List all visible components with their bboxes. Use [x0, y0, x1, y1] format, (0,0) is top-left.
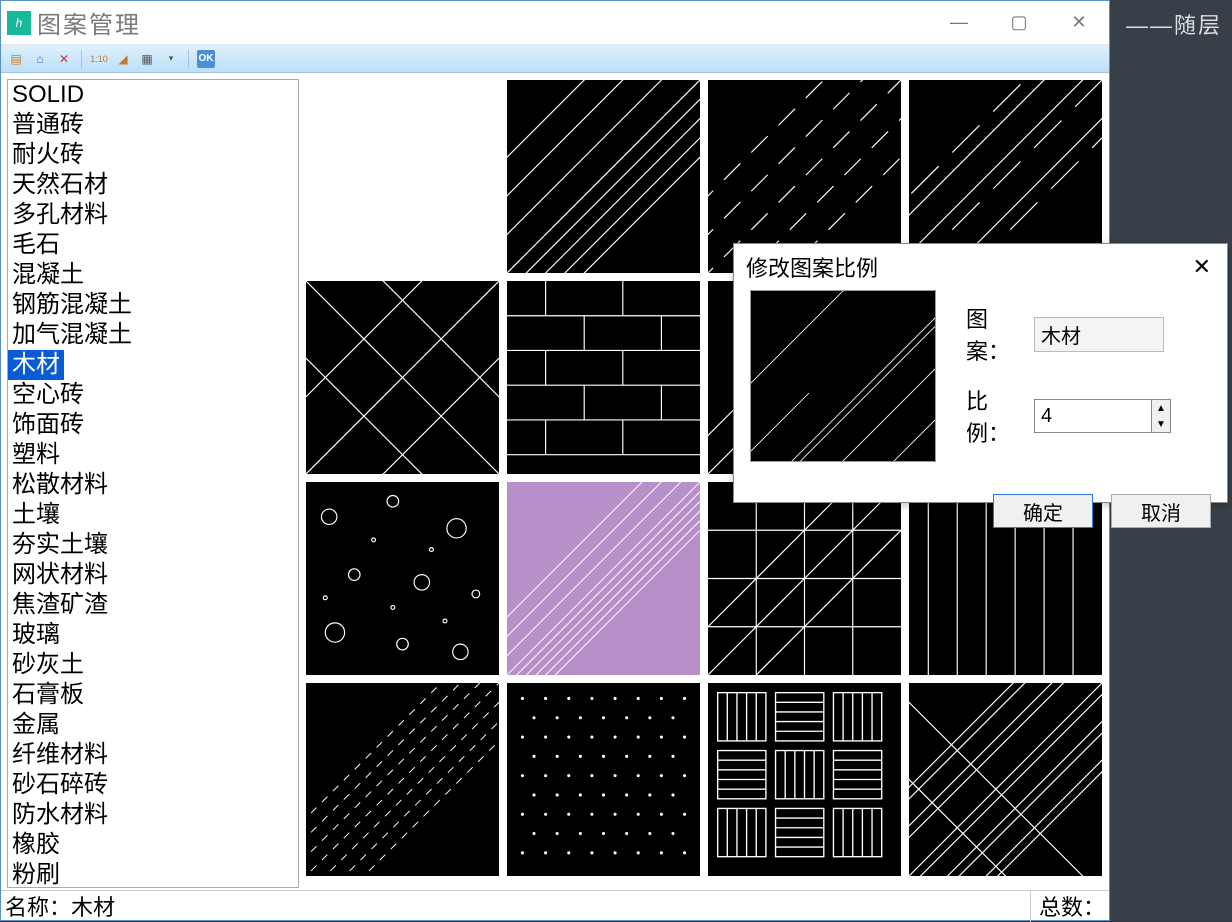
list-item[interactable]: 天然石材 [8, 170, 298, 200]
status-count: 总数： [1030, 890, 1105, 922]
list-item[interactable]: 金属 [8, 710, 298, 740]
toolbar-separator [188, 50, 189, 68]
list-item[interactable]: 饰面砖 [8, 410, 298, 440]
list-item[interactable]: 塑料 [8, 440, 298, 470]
spinner-up-button[interactable]: ▲ [1152, 400, 1170, 416]
pattern-preview [750, 290, 936, 462]
pattern-cell[interactable] [506, 682, 701, 877]
list-item[interactable]: 耐火砖 [8, 140, 298, 170]
list-item[interactable]: 砂石碎砖 [8, 770, 298, 800]
scale-row: 比例： ▲ ▼ [966, 384, 1211, 448]
list-item[interactable]: 橡胶 [8, 830, 298, 860]
list-item[interactable]: 网状材料 [8, 560, 298, 590]
ok-button[interactable]: 确定 [993, 494, 1093, 528]
cancel-button[interactable]: 取消 [1111, 494, 1211, 528]
pattern-cell[interactable] [305, 280, 500, 475]
titlebar: h 图案管理 — ▢ ✕ [1, 1, 1109, 45]
list-item[interactable]: 焦渣矿渣 [8, 590, 298, 620]
list-item[interactable]: 毛石 [8, 230, 298, 260]
pattern-cell[interactable] [305, 481, 500, 676]
status-name-value: 木材 [71, 895, 115, 920]
list-item[interactable]: 石膏板 [8, 680, 298, 710]
window-controls: — ▢ ✕ [929, 1, 1109, 45]
spinner-down-button[interactable]: ▼ [1152, 416, 1170, 432]
window-title: 图案管理 [37, 5, 141, 40]
pattern-name-label: 图案： [966, 302, 1024, 366]
new-icon[interactable]: ▤ [7, 50, 25, 68]
dialog-titlebar: 修改图案比例 ✕ [734, 244, 1227, 290]
ok-icon[interactable]: OK [197, 50, 215, 68]
status-bar: 名称：木材 总数： [1, 890, 1109, 920]
dialog-title: 修改图案比例 [746, 251, 878, 283]
list-item[interactable]: 土壤 [8, 500, 298, 530]
list-item[interactable]: 玻璃 [8, 620, 298, 650]
ruler-icon[interactable]: 1:10 [90, 50, 108, 68]
scale-input[interactable] [1035, 400, 1151, 432]
pattern-cell[interactable] [305, 682, 500, 877]
list-item[interactable]: SOLID [8, 80, 298, 110]
list-item[interactable]: 纤维材料 [8, 740, 298, 770]
list-item[interactable]: 混凝土 [8, 260, 298, 290]
pattern-cell[interactable] [506, 280, 701, 475]
list-item[interactable]: 松散材料 [8, 470, 298, 500]
dialog-body: 图案： 木材 比例： ▲ ▼ 确定 取消 [734, 290, 1227, 528]
pattern-cell-selected[interactable] [506, 481, 701, 676]
layout-icon[interactable]: ▦ [138, 50, 156, 68]
list-item[interactable]: 粉刷 [8, 860, 298, 888]
delete-icon[interactable]: ✕ [55, 50, 73, 68]
status-count-label: 总数： [1039, 895, 1105, 920]
list-item[interactable]: 木材 [8, 350, 64, 380]
pattern-cell[interactable] [305, 79, 500, 274]
pattern-cell[interactable] [506, 79, 701, 274]
open-icon[interactable]: ⌂ [31, 50, 49, 68]
dialog-buttons: 确定 取消 [966, 494, 1211, 528]
close-button[interactable]: ✕ [1049, 1, 1109, 45]
list-item[interactable]: 夯实土壤 [8, 530, 298, 560]
scale-label: 比例： [966, 384, 1024, 448]
dropdown-icon[interactable]: ▾ [162, 50, 180, 68]
maximize-button[interactable]: ▢ [989, 1, 1049, 45]
list-item[interactable]: 加气混凝土 [8, 320, 298, 350]
pattern-cell[interactable] [908, 682, 1103, 877]
pattern-name-value: 木材 [1034, 317, 1164, 352]
list-item[interactable]: 砂灰土 [8, 650, 298, 680]
toolbar: ▤ ⌂ ✕ 1:10 ◢ ▦ ▾ OK [1, 45, 1109, 73]
modify-scale-dialog: 修改图案比例 ✕ 图案： 木材 比例： ▲ ▼ 确定 [733, 243, 1228, 503]
spinner-buttons: ▲ ▼ [1151, 400, 1170, 432]
minimize-button[interactable]: — [929, 1, 989, 45]
list-item[interactable]: 多孔材料 [8, 200, 298, 230]
app-icon: h [7, 11, 31, 35]
list-item[interactable]: 防水材料 [8, 800, 298, 830]
brush-icon[interactable]: ◢ [114, 50, 132, 68]
background-label: ——随层 [1126, 8, 1222, 40]
pattern-cell[interactable] [707, 682, 902, 877]
scale-spinner[interactable]: ▲ ▼ [1034, 399, 1171, 433]
list-item[interactable]: 普通砖 [8, 110, 298, 140]
dialog-fields: 图案： 木材 比例： ▲ ▼ 确定 取消 [966, 302, 1211, 528]
status-name-label: 名称： [5, 895, 71, 920]
list-item[interactable]: 空心砖 [8, 380, 298, 410]
toolbar-separator [81, 50, 82, 68]
dialog-close-button[interactable]: ✕ [1189, 250, 1215, 284]
pattern-list[interactable]: SOLID普通砖耐火砖天然石材多孔材料毛石混凝土钢筋混凝土加气混凝土木材空心砖饰… [7, 79, 299, 888]
pattern-name-row: 图案： 木材 [966, 302, 1211, 366]
list-item[interactable]: 钢筋混凝土 [8, 290, 298, 320]
status-name: 名称：木材 [5, 890, 1030, 922]
